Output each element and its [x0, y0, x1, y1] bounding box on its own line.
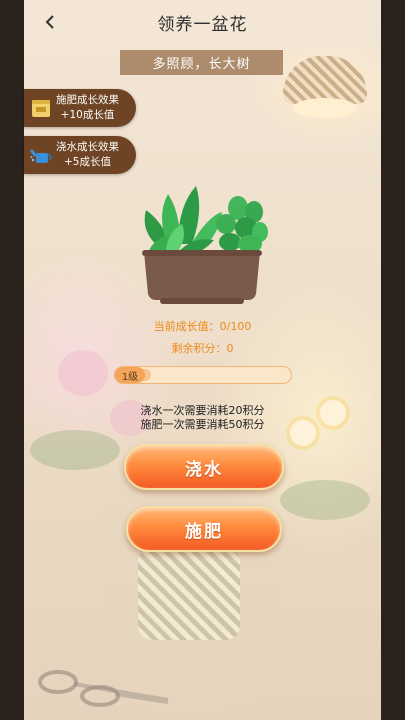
potted-plant: [142, 186, 268, 304]
fertilize-cost-text: 施肥一次需要消耗50积分: [140, 418, 265, 431]
points-remaining: 剩余积分：0: [171, 342, 234, 355]
watering-can-icon: [30, 144, 52, 166]
fertilize-button[interactable]: 施肥: [126, 506, 282, 552]
fertilize-effect-text: 施肥成长效果 +10成长值: [56, 93, 119, 123]
succulent-right: [216, 196, 268, 253]
app-screen: 领养一盆花 多照顾，长大树 施肥成长效果 +10成长值 浇水成长效果 +5成长值…: [0, 0, 405, 720]
scissors-decoration: [38, 670, 169, 707]
fertilize-effect-badge: 施肥成长效果 +10成长值: [24, 89, 136, 127]
level-progress-bar: 1级: [114, 366, 292, 384]
fertilize-effect-value: +10成长值: [60, 109, 115, 121]
water-button[interactable]: 浇水: [124, 444, 284, 490]
growth-value: 当前成长值：0/100: [153, 320, 252, 333]
page-title: 领养一盆花: [157, 14, 248, 35]
lamp-shade: [283, 56, 367, 104]
water-effect-text: 浇水成长效果 +5成长值: [56, 140, 119, 170]
water-effect-value: +5成长值: [64, 156, 111, 168]
chevron-left-icon: [45, 15, 54, 29]
flower-decoration: [58, 350, 108, 396]
top-bar: 领养一盆花: [24, 0, 381, 44]
flower-pot: [144, 252, 260, 300]
lamp-glow: [293, 98, 357, 118]
right-edge: [381, 0, 405, 720]
level-label: 1级: [115, 367, 145, 383]
water-effect-title: 浇水成长效果: [56, 141, 119, 153]
water-effect-badge: 浇水成长效果 +5成长值: [24, 136, 136, 174]
vase-decoration: [138, 548, 240, 640]
left-edge: [0, 0, 24, 720]
fertilize-effect-title: 施肥成长效果: [56, 94, 119, 106]
back-button[interactable]: [36, 8, 64, 36]
fertilizer-bag-icon: [30, 97, 52, 119]
fern-decoration: [280, 480, 370, 520]
succulent-left: [144, 186, 222, 256]
slogan-banner: 多照顾，长大树: [120, 50, 283, 75]
fern-decoration: [30, 430, 120, 470]
